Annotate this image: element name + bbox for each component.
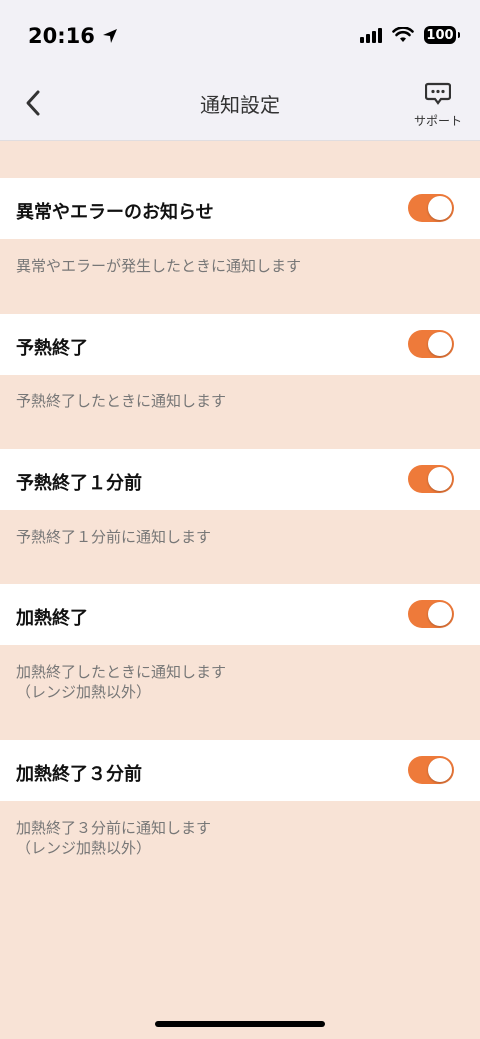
setting-description: 加熱終了３分前に通知します （レンジ加熱以外）: [16, 819, 212, 857]
setting-label: 予熱終了１分前: [16, 473, 142, 494]
toggle-knob: [428, 196, 452, 220]
status-icons: 100: [360, 26, 460, 44]
toggle-knob: [428, 602, 452, 626]
setting-label: 加熱終了: [16, 608, 88, 629]
setting-row-preheat-1min[interactable]: 予熱終了１分前: [0, 449, 480, 510]
support-label: サポート: [413, 114, 462, 128]
toggle-knob: [428, 332, 452, 356]
page-title: 通知設定: [200, 93, 280, 117]
support-button[interactable]: サポート: [410, 82, 466, 129]
setting-row-heating-done[interactable]: 加熱終了: [0, 584, 480, 645]
battery-icon: 100: [424, 26, 460, 44]
location-arrow-icon: [102, 29, 117, 43]
status-time: 20:16: [28, 24, 119, 48]
status-bar: 20:16 100: [0, 0, 480, 74]
setting-description: 予熱終了１分前に通知します: [16, 528, 212, 546]
toggle-knob: [428, 758, 452, 782]
setting-description: 加熱終了したときに通知します （レンジ加熱以外）: [16, 663, 227, 701]
setting-row-heating-3min[interactable]: 加熱終了３分前: [0, 740, 480, 801]
toggle-switch[interactable]: [408, 465, 454, 493]
time-text: 20:16: [28, 24, 95, 48]
cellular-signal-icon: [360, 27, 382, 43]
toggle-switch[interactable]: [408, 194, 454, 222]
toggle-switch[interactable]: [408, 756, 454, 784]
home-indicator: [155, 1021, 325, 1027]
chat-bubble-icon: [424, 82, 452, 105]
toggle-switch[interactable]: [408, 600, 454, 628]
setting-description: 異常やエラーが発生したときに通知します: [16, 257, 302, 275]
battery-level: 100: [426, 27, 454, 43]
toggle-switch[interactable]: [408, 330, 454, 358]
navigation-bar: 通知設定 サポート: [0, 74, 480, 141]
wifi-icon: [392, 27, 414, 42]
setting-row-error-notice[interactable]: 異常やエラーのお知らせ: [0, 178, 480, 239]
setting-row-preheat-done[interactable]: 予熱終了: [0, 314, 480, 375]
setting-label: 加熱終了３分前: [16, 764, 142, 785]
toggle-knob: [428, 467, 452, 491]
setting-description: 予熱終了したときに通知します: [16, 392, 227, 410]
setting-label: 異常やエラーのお知らせ: [16, 202, 214, 223]
setting-label: 予熱終了: [16, 338, 88, 359]
